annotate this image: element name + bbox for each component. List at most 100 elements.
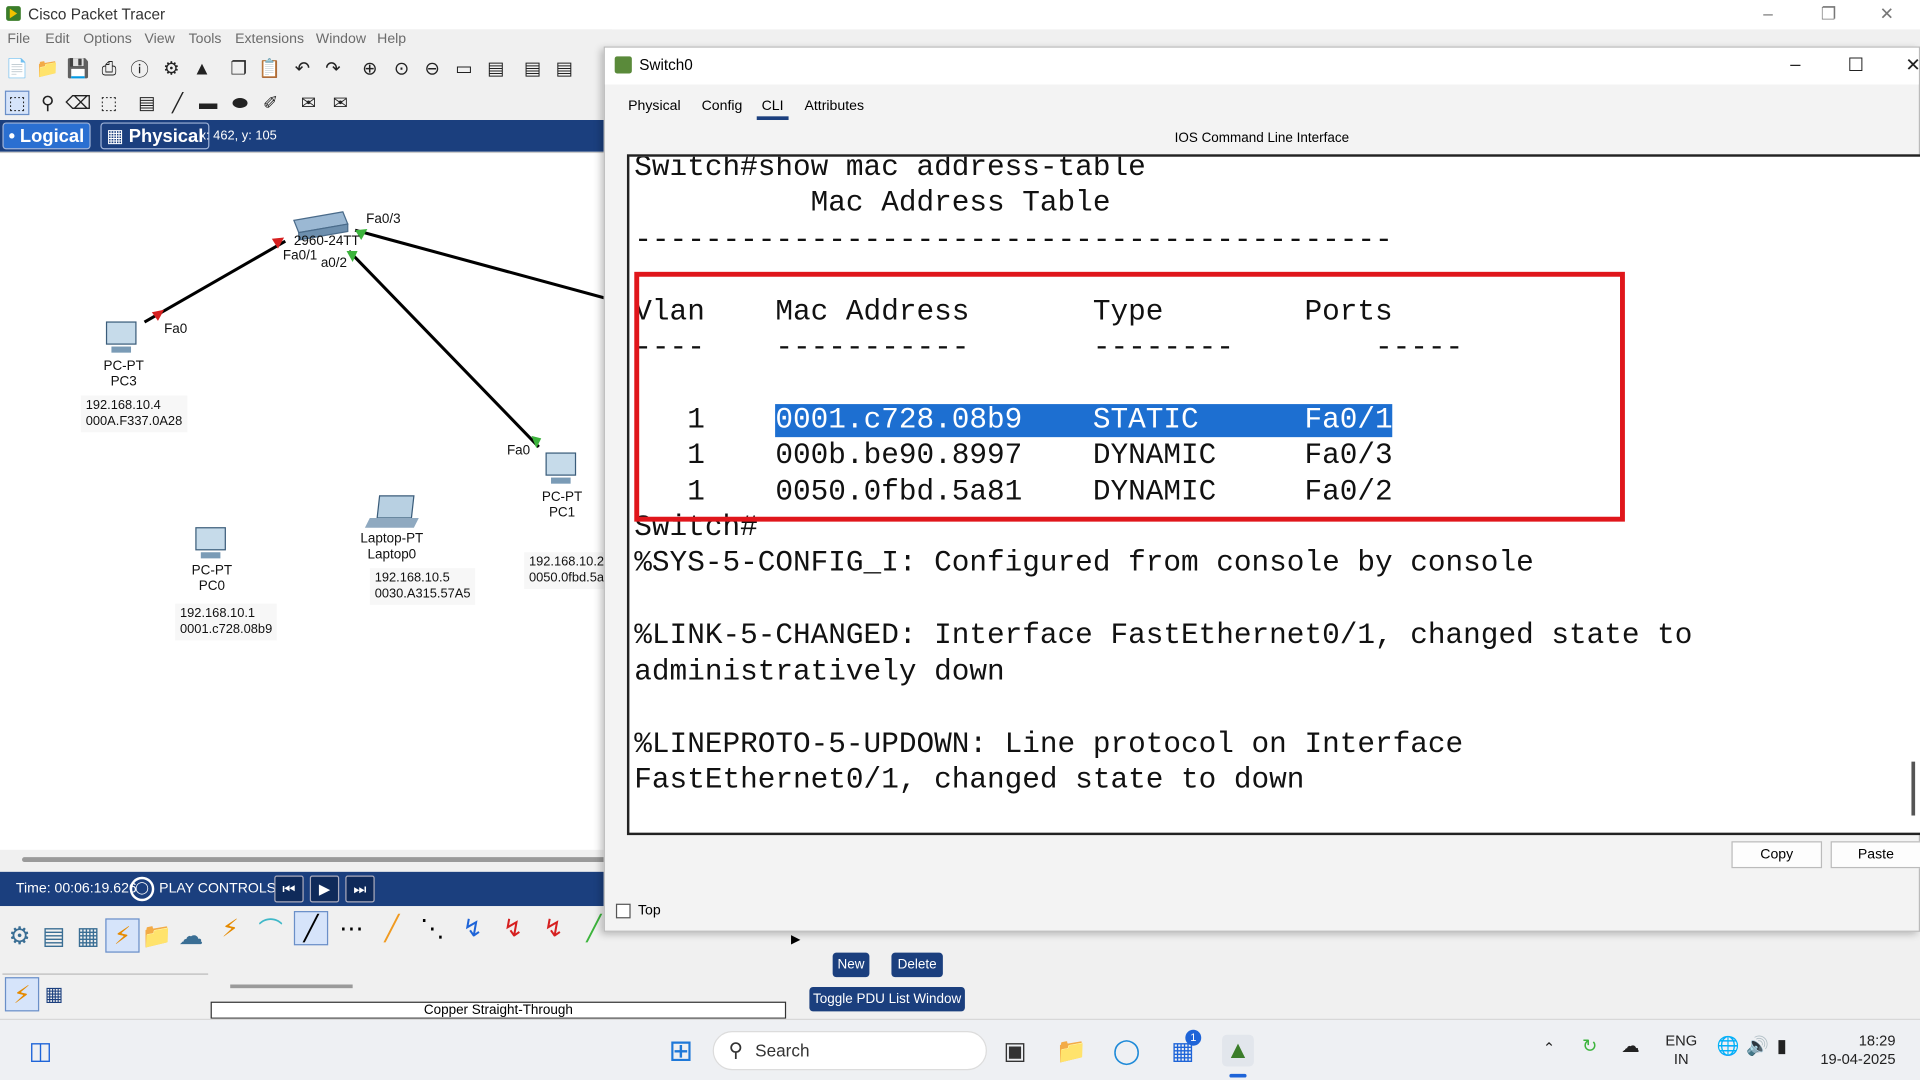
device-dialog-icon[interactable]: ▤ <box>552 56 576 80</box>
serial-dce-icon[interactable]: ↯ <box>496 911 530 945</box>
auto-cable-icon[interactable]: ⚡ <box>213 911 247 945</box>
sync-icon[interactable]: ↻ <box>1582 1037 1597 1055</box>
palette-icon[interactable]: ▭ <box>452 56 476 80</box>
language-indicator[interactable]: ENG IN <box>1665 1032 1697 1069</box>
print-icon[interactable]: ⎙ <box>97 56 121 80</box>
top-checkbox-box[interactable] <box>615 903 631 919</box>
serial-dte-icon[interactable]: ↯ <box>536 911 570 945</box>
notes-icon[interactable]: ▤ <box>520 56 544 80</box>
multiuser-icon[interactable]: ☁ <box>174 918 208 952</box>
step-forward-icon[interactable]: ⏭ <box>345 875 375 903</box>
network-wizard-icon[interactable]: ⚙ <box>159 56 183 80</box>
crossover-icon[interactable]: ⋯ <box>334 911 368 945</box>
menu-view[interactable]: View <box>144 32 174 47</box>
menu-extensions[interactable]: Extensions <box>235 32 304 47</box>
laptop0-label[interactable]: Laptop-PT Laptop0 <box>355 531 428 563</box>
grid-icon[interactable]: ▦ <box>37 977 71 1011</box>
pc0-label[interactable]: PC-PT PC0 <box>184 563 240 595</box>
tab-config[interactable]: Config <box>697 99 748 114</box>
terminal-scrollbar[interactable] <box>1911 761 1916 816</box>
pc3-label[interactable]: PC-PT PC3 <box>96 359 152 391</box>
complex-pdu-icon[interactable]: ✉ <box>328 91 352 115</box>
paste-button[interactable]: Paste <box>1830 841 1920 869</box>
coaxial-icon[interactable]: ↯ <box>456 911 490 945</box>
minimize-icon[interactable]: – <box>1763 4 1773 24</box>
new-file-icon[interactable]: 📄 <box>5 56 29 80</box>
dialog-maximize-icon[interactable]: ☐ <box>1848 54 1864 76</box>
step-back-icon[interactable]: ⏮ <box>274 875 304 903</box>
close-icon[interactable]: ✕ <box>1880 4 1894 25</box>
custom-device-icon[interactable]: ▤ <box>484 56 508 80</box>
redo-icon[interactable]: ↷ <box>321 56 345 80</box>
draw-rectangle-icon[interactable]: ▬ <box>196 91 220 115</box>
workspace-scrollbar[interactable] <box>22 857 608 863</box>
paste-icon[interactable]: 📋 <box>257 56 281 80</box>
network-icon[interactable]: 🌐 <box>1717 1037 1740 1055</box>
menu-options[interactable]: Options <box>83 32 132 47</box>
resize-icon[interactable]: ⬚ <box>97 91 121 115</box>
tab-physical-device[interactable]: Physical <box>623 99 685 114</box>
tab-physical[interactable]: ▦ Physical <box>100 122 210 150</box>
pdu-new-button[interactable]: New <box>832 952 870 978</box>
volume-icon[interactable]: 🔊 <box>1746 1037 1769 1055</box>
end-devices-icon[interactable]: ▤ <box>37 918 71 952</box>
freeform-icon[interactable]: ✐ <box>258 91 282 115</box>
pdu-delete-button[interactable]: Delete <box>891 952 943 978</box>
select-icon[interactable]: ⬚ <box>4 90 30 116</box>
inspect-icon[interactable]: ⚲ <box>36 91 60 115</box>
taskbar-search[interactable]: ⚲ Search <box>712 1031 987 1071</box>
menu-window[interactable]: Window <box>316 32 366 47</box>
fiber-icon[interactable]: ╱ <box>375 911 409 945</box>
menu-help[interactable]: Help <box>377 32 406 47</box>
clock[interactable]: 18:29 19-04-2025 <box>1815 1032 1895 1069</box>
dialog-close-icon[interactable]: ✕ <box>1905 54 1920 76</box>
menu-tools[interactable]: Tools <box>189 32 222 47</box>
simple-pdu-icon[interactable]: ✉ <box>296 91 320 115</box>
play-icon[interactable]: ▶ <box>309 875 340 903</box>
onedrive-icon[interactable]: ☁ <box>1621 1037 1639 1055</box>
zoom-out-icon[interactable]: ⊖ <box>420 56 444 80</box>
menu-edit[interactable]: Edit <box>45 32 69 47</box>
zoom-reset-icon[interactable]: ⊙ <box>389 56 413 80</box>
draw-ellipse-icon[interactable]: ⬬ <box>228 91 252 115</box>
task-view-icon[interactable]: ▣ <box>999 1035 1031 1067</box>
file-explorer-icon[interactable]: 📁 <box>1056 1035 1088 1067</box>
components-icon[interactable]: ▦ <box>71 918 105 952</box>
widgets-icon[interactable]: ◫ <box>24 1035 56 1067</box>
copy-icon[interactable]: ❐ <box>227 56 251 80</box>
save-icon[interactable]: 💾 <box>66 56 90 80</box>
copy-button[interactable]: Copy <box>1731 841 1823 869</box>
network-devices-icon[interactable]: ⚙ <box>2 918 36 952</box>
logical-workspace[interactable]: 2960-24TT Fa0/3 Fa0/1 a0/2 Fa0 PC-PT PC3… <box>0 151 613 850</box>
delete-icon[interactable]: ⌫ <box>65 91 91 115</box>
open-folder-icon[interactable]: 📁 <box>36 56 60 80</box>
place-note-icon[interactable]: ▤ <box>135 91 159 115</box>
tab-attributes[interactable]: Attributes <box>800 99 869 114</box>
cli-terminal[interactable]: Switch#show mac address-table Mac Addres… <box>626 154 1920 836</box>
console-cable-icon[interactable]: ⌒ <box>253 911 287 945</box>
restore-icon[interactable]: ❐ <box>1821 4 1836 25</box>
draw-line-icon[interactable]: ╱ <box>165 91 189 115</box>
straight-through-icon[interactable]: ╱ <box>293 911 329 946</box>
phone-cable-icon[interactable]: ⋱ <box>415 911 449 945</box>
connections-subtype-icon[interactable]: ⚡ <box>4 977 40 1012</box>
connections-icon[interactable]: ⚡ <box>105 918 140 953</box>
edge-icon[interactable]: ◯ <box>1111 1035 1143 1067</box>
toggle-pdu-list-button[interactable]: Toggle PDU List Window <box>809 986 965 1012</box>
tab-cli[interactable]: CLI <box>756 99 789 121</box>
top-checkbox[interactable]: Top <box>615 903 661 919</box>
misc-icon[interactable]: 📁 <box>140 918 174 952</box>
menu-file[interactable]: File <box>7 32 30 47</box>
pc1-label[interactable]: PC-PT PC1 <box>534 490 590 522</box>
tray-overflow-icon[interactable]: ⌃ <box>1543 1040 1555 1058</box>
undo-icon[interactable]: ↶ <box>290 56 314 80</box>
tab-logical[interactable]: • Logical <box>2 122 91 150</box>
activity-wizard-icon[interactable]: ▲ <box>190 56 214 80</box>
battery-icon[interactable]: ▮ <box>1777 1037 1787 1055</box>
dialog-minimize-icon[interactable]: – <box>1790 54 1800 75</box>
start-icon[interactable]: ⊞ <box>665 1034 697 1067</box>
packet-tracer-taskbar-icon[interactable]: ▲ <box>1222 1034 1254 1067</box>
info-icon[interactable]: ⓘ <box>127 56 151 80</box>
expand-arrow-icon[interactable]: ▶ <box>791 933 806 948</box>
zoom-in-icon[interactable]: ⊕ <box>358 56 382 80</box>
